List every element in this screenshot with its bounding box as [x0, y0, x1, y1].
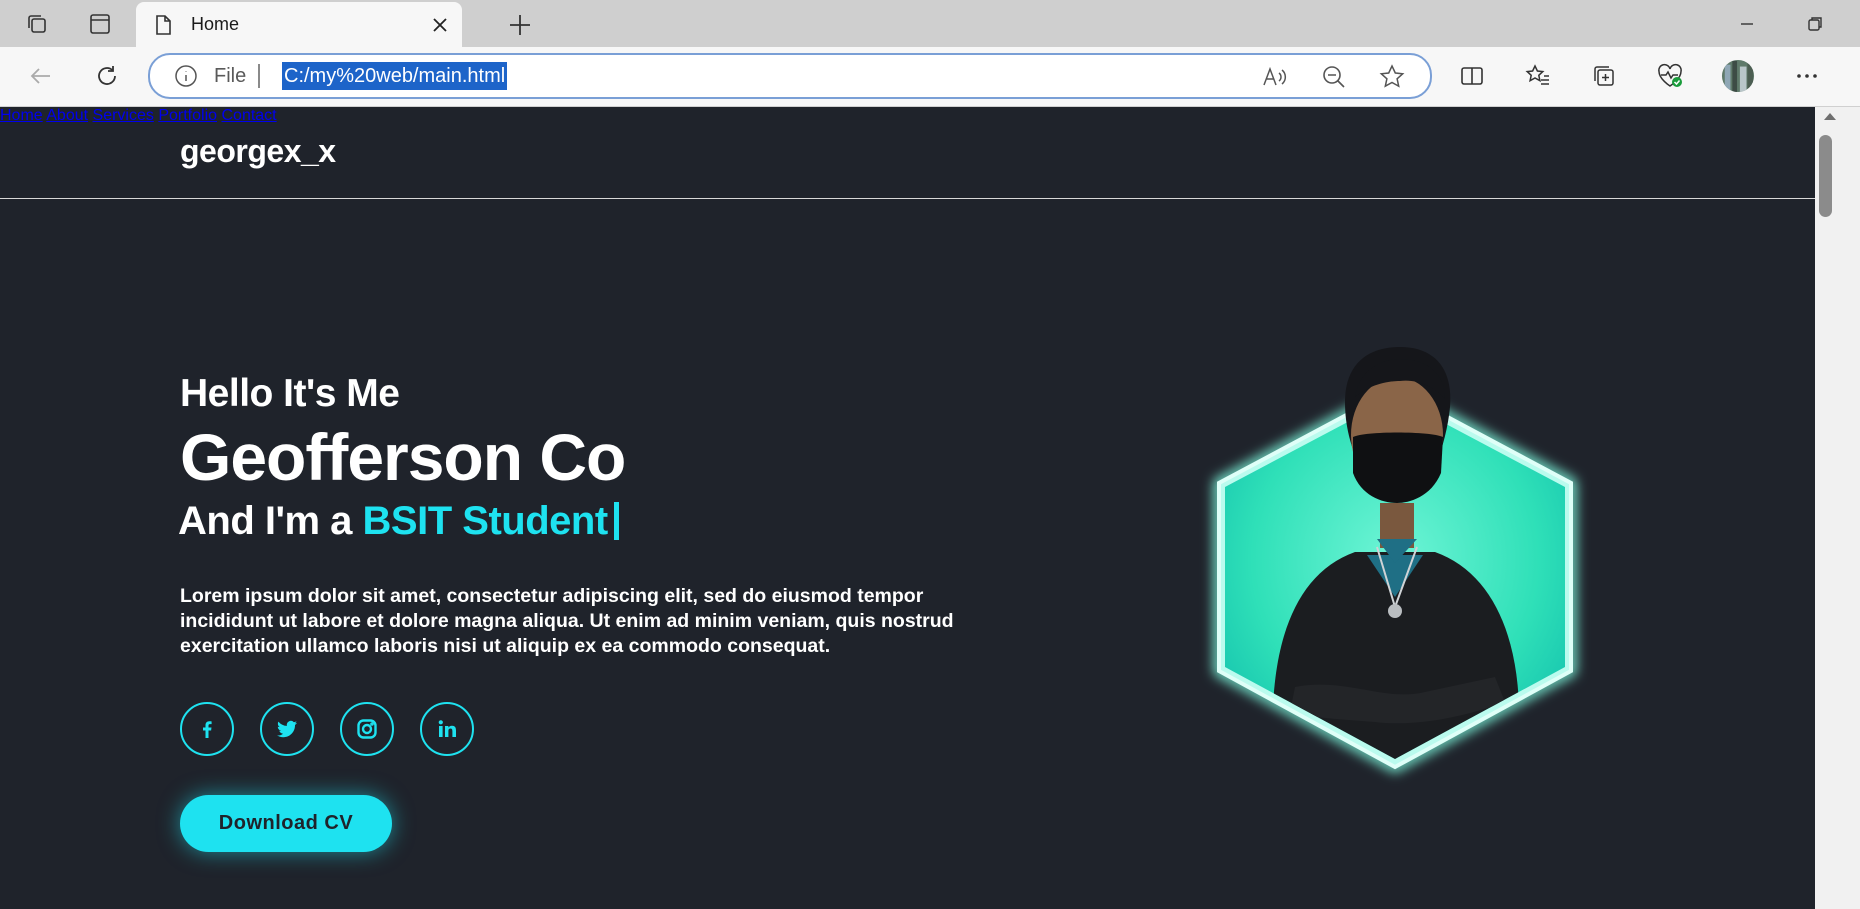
profile-avatar[interactable]	[1721, 59, 1755, 93]
scrollbar-thumb[interactable]	[1819, 135, 1832, 217]
address-bar[interactable]: File C:/my%20web/main.html	[148, 53, 1432, 99]
hero-greeting: Hello It's Me	[180, 372, 400, 415]
hero-role: And I'm a BSIT Student	[178, 499, 619, 544]
nav-services[interactable]: Services	[93, 107, 154, 124]
restore-icon[interactable]	[1802, 11, 1828, 37]
new-tab-icon[interactable]	[506, 11, 534, 39]
tab-title: Home	[191, 14, 240, 34]
close-tab-icon[interactable]	[428, 13, 452, 37]
facebook-icon[interactable]	[180, 702, 234, 756]
minimize-icon[interactable]	[1734, 11, 1760, 37]
nav-about[interactable]: About	[46, 107, 88, 124]
address-url[interactable]: C:/my%20web/main.html	[282, 62, 508, 90]
more-options-icon[interactable]	[1790, 59, 1824, 93]
favorites-icon[interactable]	[1521, 59, 1555, 93]
main-nav: Home About Services Portfolio Contact	[0, 107, 1815, 125]
hero-description: Lorem ipsum dolor sit amet, consectetur …	[180, 585, 954, 657]
twitter-icon[interactable]	[260, 702, 314, 756]
hero-role-highlight: BSIT Student	[362, 499, 609, 543]
linkedin-icon[interactable]	[420, 702, 474, 756]
refresh-icon[interactable]	[90, 59, 124, 93]
page-icon	[156, 15, 171, 35]
profile-portrait	[1214, 347, 1576, 773]
browser-essentials-icon[interactable]	[1653, 59, 1687, 93]
split-screen-icon[interactable]	[1455, 59, 1489, 93]
zoom-out-icon[interactable]	[1320, 63, 1348, 91]
nav-portfolio[interactable]: Portfolio	[158, 107, 217, 124]
address-scheme-label: File	[214, 65, 247, 87]
address-separator	[258, 64, 260, 88]
hero-role-prefix: And I'm a	[178, 499, 352, 543]
nav-home[interactable]: Home	[0, 107, 43, 124]
workspaces-icon[interactable]	[22, 9, 52, 39]
hero-name: Geofferson Co	[180, 420, 626, 494]
browser-toolbar: File C:/my%20web/main.html	[0, 47, 1860, 107]
instagram-icon[interactable]	[340, 702, 394, 756]
site-info-icon[interactable]	[174, 64, 198, 88]
favorite-star-icon[interactable]	[1378, 63, 1406, 91]
page-scrollbar[interactable]	[1815, 107, 1860, 909]
download-cv-button[interactable]: Download CV	[180, 795, 392, 852]
scroll-up-icon[interactable]	[1823, 111, 1837, 121]
browser-tab-home[interactable]: Home	[136, 2, 462, 47]
page-viewport: georgex_x Home About Services Portfolio …	[0, 107, 1815, 909]
site-logo[interactable]: georgex_x	[180, 133, 336, 170]
back-icon[interactable]	[24, 59, 58, 93]
site-header: georgex_x Home About Services Portfolio …	[0, 107, 1815, 199]
typing-cursor	[613, 502, 619, 540]
tab-actions-icon[interactable]	[85, 9, 115, 39]
nav-contact[interactable]: Contact	[221, 107, 276, 124]
browser-tab-strip: Home	[0, 0, 1860, 47]
read-aloud-icon[interactable]	[1260, 63, 1288, 91]
collections-icon[interactable]	[1587, 59, 1621, 93]
